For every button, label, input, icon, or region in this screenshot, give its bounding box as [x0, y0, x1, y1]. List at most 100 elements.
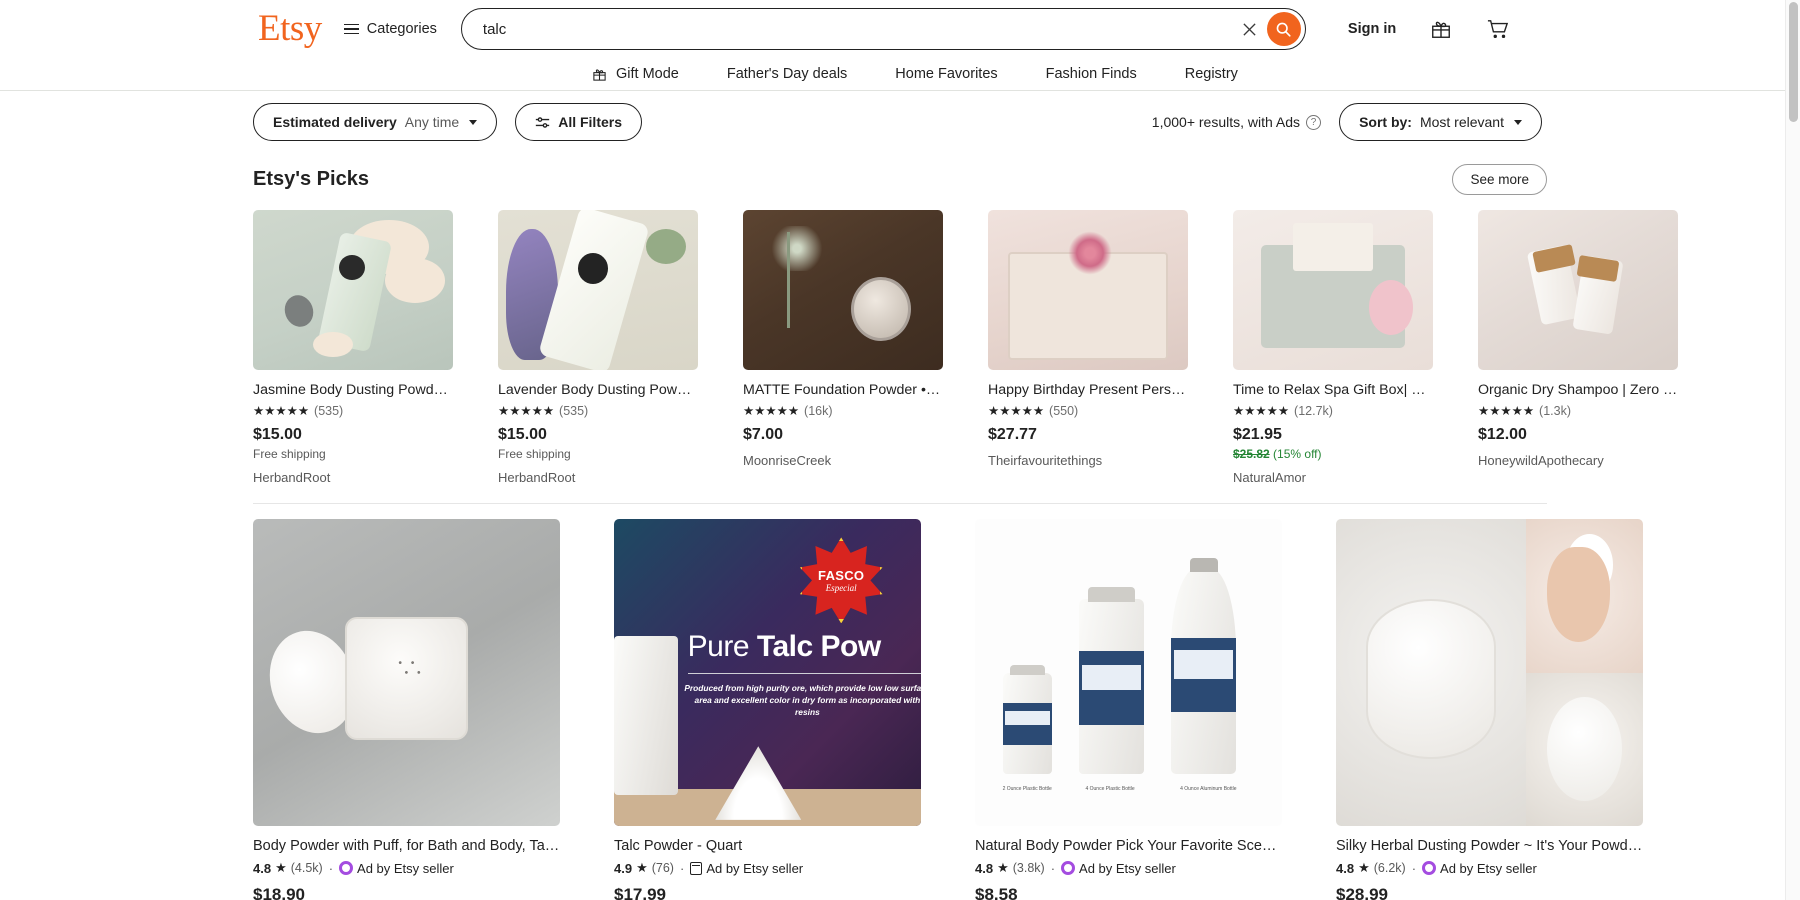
sort-by-dropdown[interactable]: Sort by: Most relevant [1339, 103, 1542, 141]
gift-icon [593, 68, 606, 81]
side-photos [1526, 519, 1643, 827]
scrollbar-thumb[interactable] [1789, 2, 1798, 122]
product-image[interactable] [498, 210, 698, 370]
hamburger-icon [343, 23, 359, 35]
nav-label: Registry [1184, 66, 1238, 82]
nav-label: Father's Day deals [726, 66, 848, 82]
shop-badge-icon [690, 861, 703, 875]
product-image[interactable]: FASCO Especial Pure Talc Pow Produced fr… [614, 519, 921, 827]
product-image[interactable] [253, 210, 453, 370]
product-title: Happy Birthday Present Pers… [988, 382, 1186, 398]
categories-button[interactable]: Categories [343, 21, 437, 37]
ad-label: Ad by Etsy seller [706, 860, 804, 876]
ad-label: Ad by Etsy seller [1079, 860, 1176, 876]
shop-name[interactable]: HerbandRoot [498, 470, 698, 485]
product-price: $28.99 [1336, 885, 1388, 900]
original-price: $25.82 [1233, 447, 1270, 462]
result-card[interactable]: Silky Herbal Dusting Powder ~ It's Your … [1336, 519, 1643, 900]
page-scrollbar[interactable] [1785, 0, 1800, 900]
etsy-seller-badge-icon [1061, 861, 1076, 876]
header-top-row: Etsy Categories Sign in [0, 0, 1785, 58]
nav-item-fathers-day-deals[interactable]: Father's Day deals [727, 66, 847, 82]
shop-name[interactable]: NaturalAmor [1233, 470, 1433, 485]
result-card[interactable]: Body Powder with Puff, for Bath and Body… [253, 519, 560, 900]
shop-name[interactable]: HerbandRoot [253, 470, 453, 485]
discount-label: (15% off) [1273, 447, 1322, 462]
nav-item-registry[interactable]: Registry [1185, 66, 1238, 82]
nav-item-fashion-finds[interactable]: Fashion Finds [1046, 66, 1137, 82]
estimated-delivery-filter[interactable]: Estimated delivery Any time [253, 103, 498, 141]
pick-card[interactable]: Time to Relax Spa Gift Box| G… ★★★★★ (12… [1233, 210, 1433, 485]
matte-foundation-photo [743, 210, 943, 370]
shop-name[interactable]: HoneywildApothecary [1478, 453, 1678, 468]
shop-name[interactable]: MoonriseCreek [743, 453, 943, 468]
jar-photo [1336, 519, 1527, 827]
review-count: (6.2k) [1373, 861, 1406, 876]
nav-item-home-favorites[interactable]: Home Favorites [895, 66, 997, 82]
product-image[interactable] [988, 210, 1188, 370]
star-icon: ★ [1358, 860, 1370, 876]
shop-name[interactable]: Theirfavouritethings [988, 453, 1188, 468]
body-powder-puff-photo [253, 519, 560, 827]
nav-label: Home Favorites [895, 66, 998, 82]
see-more-button[interactable]: See more [1452, 163, 1547, 195]
product-price: $8.58 [975, 885, 1018, 900]
product-image[interactable]: 2 Ounce Plastic Bottle 4 Ounce Plastic B… [975, 519, 1282, 827]
close-icon[interactable] [1237, 16, 1263, 42]
rating-row: 4.8 ★ (4.5k) · Ad by Etsy seller [253, 860, 560, 876]
product-title: Lavender Body Dusting Powd… [498, 382, 698, 398]
search-input[interactable] [461, 20, 1237, 38]
result-card[interactable]: 2 Ounce Plastic Bottle 4 Ounce Plastic B… [975, 519, 1282, 900]
review-count: (76) [651, 861, 674, 876]
filter-bar: Estimated delivery Any time All Filters … [0, 91, 1800, 153]
search-results-grid: Body Powder with Puff, for Bath and Body… [0, 519, 1800, 900]
star-rating-icon: ★★★★★ [988, 403, 1045, 418]
rating-row: ★★★★★ (16k) [743, 404, 943, 418]
result-card[interactable]: FASCO Especial Pure Talc Pow Produced fr… [614, 519, 921, 900]
picks-header: Etsy's Picks See more [253, 153, 1547, 205]
sort-label: Sort by: [1359, 114, 1412, 130]
product-price: $27.77 [988, 426, 1037, 444]
product-image[interactable] [253, 519, 560, 827]
sort-value: Most relevant [1419, 114, 1504, 130]
sign-in-button[interactable]: Sign in [1348, 21, 1396, 37]
gift-icon[interactable] [1430, 18, 1452, 40]
product-image[interactable] [743, 210, 943, 370]
bottle-medium [1079, 586, 1144, 774]
nav-item-gift-mode[interactable]: Gift Mode [592, 66, 679, 82]
search-bar[interactable] [460, 8, 1306, 50]
pick-card[interactable]: Jasmine Body Dusting Powde… ★★★★★ (535) … [253, 210, 453, 485]
talc-headline: Pure Talc Pow [687, 629, 882, 663]
etsy-search-page: Etsy Categories Sign in [0, 0, 1800, 900]
cart-icon[interactable] [1486, 18, 1510, 40]
all-filters-button[interactable]: All Filters [515, 103, 642, 141]
review-count: (535) [314, 404, 344, 419]
site-header: Etsy Categories Sign in [0, 0, 1785, 91]
filters-icon [536, 116, 550, 128]
product-image[interactable] [1336, 519, 1643, 827]
separator: · [1050, 860, 1056, 876]
rating-row: 4.8 ★ (3.8k) · Ad by Etsy seller [975, 860, 1282, 876]
filter-bar-right: 1,000+ results, with Ads ? Sort by: Most… [1152, 103, 1542, 141]
product-title: Talc Powder - Quart [614, 838, 743, 855]
pick-card[interactable]: Happy Birthday Present Pers… ★★★★★ (550)… [988, 210, 1188, 485]
ad-label: Ad by Etsy seller [357, 860, 454, 876]
star-icon: ★ [997, 860, 1009, 876]
star-rating-icon: ★★★★★ [1478, 403, 1535, 418]
rating-row: ★★★★★ (1.3k) [1478, 404, 1678, 418]
etsy-logo[interactable]: Etsy [258, 10, 322, 47]
product-title: Time to Relax Spa Gift Box| G… [1233, 382, 1433, 398]
product-title: Natural Body Powder Pick Your Favorite S… [975, 838, 1282, 855]
product-image[interactable] [1478, 210, 1678, 370]
help-icon[interactable]: ? [1306, 114, 1322, 130]
star-icon: ★ [275, 860, 287, 876]
rating-value: 4.9 [614, 860, 633, 876]
search-icon[interactable] [1266, 12, 1301, 46]
chevron-down-icon [1514, 119, 1522, 125]
pick-card[interactable]: MATTE Foundation Powder • … ★★★★★ (16k) … [743, 210, 943, 485]
review-count: (12.7k) [1294, 404, 1333, 419]
pick-card[interactable]: Lavender Body Dusting Powd… ★★★★★ (535) … [498, 210, 698, 485]
product-image[interactable] [1233, 210, 1433, 370]
product-price: $12.00 [1478, 426, 1527, 444]
pick-card[interactable]: Organic Dry Shampoo | Zero … ★★★★★ (1.3k… [1478, 210, 1678, 485]
